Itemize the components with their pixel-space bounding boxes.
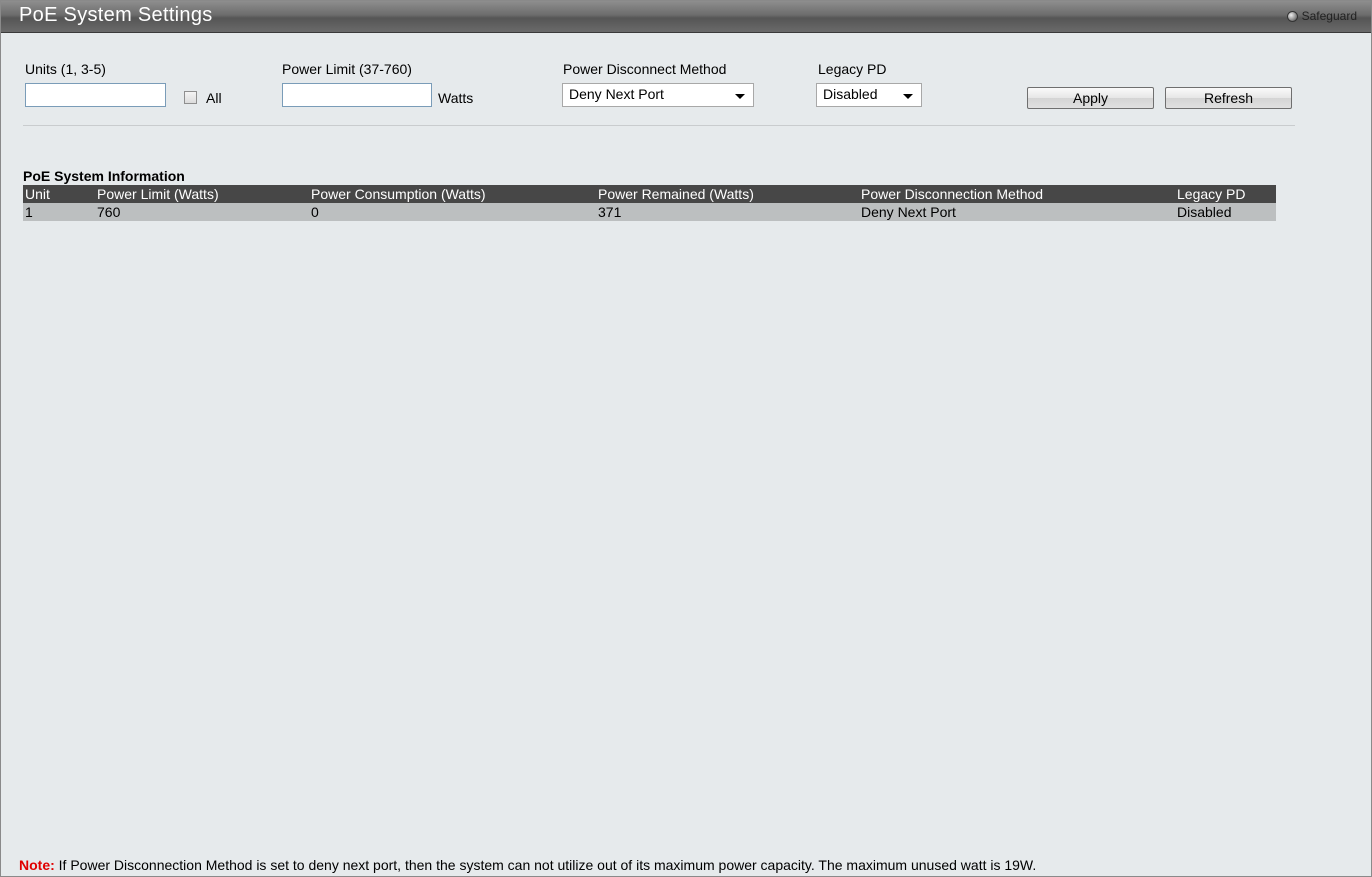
disconnect-method-value: Deny Next Port xyxy=(569,86,664,102)
power-limit-input[interactable] xyxy=(282,83,432,107)
cell-power-remained: 371 xyxy=(598,204,622,220)
safeguard-label: Safeguard xyxy=(1301,9,1357,23)
cell-disconnection-method: Deny Next Port xyxy=(861,204,956,220)
all-units-label: All xyxy=(206,90,222,106)
poe-system-information-title: PoE System Information xyxy=(23,168,185,184)
column-header-power-remained: Power Remained (Watts) xyxy=(598,186,754,202)
column-header-legacy-pd: Legacy PD xyxy=(1177,186,1246,202)
cell-unit: 1 xyxy=(25,204,33,220)
refresh-button[interactable]: Refresh xyxy=(1165,87,1292,109)
column-header-unit: Unit xyxy=(25,186,50,202)
note-label: Note: xyxy=(19,857,55,873)
power-limit-label: Power Limit (37-760) xyxy=(282,61,412,77)
cell-legacy-pd: Disabled xyxy=(1177,204,1232,220)
note-text: If Power Disconnection Method is set to … xyxy=(54,857,1037,873)
apply-button[interactable]: Apply xyxy=(1027,87,1154,109)
units-label: Units (1, 3-5) xyxy=(25,61,106,77)
disconnect-method-select[interactable]: Deny Next Port xyxy=(562,83,754,107)
safeguard-status-icon xyxy=(1286,10,1298,22)
poe-system-information-table: Unit Power Limit (Watts) Power Consumpti… xyxy=(23,185,1276,221)
all-units-checkbox[interactable] xyxy=(184,91,197,104)
cell-power-limit: 760 xyxy=(97,204,121,220)
table-row: 1 760 0 371 Deny Next Port Disabled xyxy=(23,203,1276,221)
chevron-down-icon xyxy=(735,94,745,99)
footer-note: Note: If Power Disconnection Method is s… xyxy=(19,857,1036,873)
units-input[interactable] xyxy=(25,83,166,107)
cell-power-consumption: 0 xyxy=(311,204,319,220)
column-header-power-consumption: Power Consumption (Watts) xyxy=(311,186,486,202)
legacy-pd-label: Legacy PD xyxy=(818,61,887,77)
page-title: PoE System Settings xyxy=(19,4,213,26)
chevron-down-icon xyxy=(903,94,913,99)
watts-unit-label: Watts xyxy=(438,90,474,106)
title-bar: PoE System Settings Safeguard xyxy=(1,1,1371,33)
section-divider xyxy=(23,125,1295,126)
column-header-power-limit: Power Limit (Watts) xyxy=(97,186,219,202)
disconnect-method-label: Power Disconnect Method xyxy=(563,61,727,77)
table-header-row: Unit Power Limit (Watts) Power Consumpti… xyxy=(23,185,1276,203)
poe-system-settings-page: PoE System Settings Safeguard Units (1, … xyxy=(0,0,1372,877)
safeguard-indicator[interactable]: Safeguard xyxy=(1286,9,1357,23)
column-header-disconnection-method: Power Disconnection Method xyxy=(861,186,1044,202)
legacy-pd-value: Disabled xyxy=(823,86,878,102)
legacy-pd-select[interactable]: Disabled xyxy=(816,83,922,107)
